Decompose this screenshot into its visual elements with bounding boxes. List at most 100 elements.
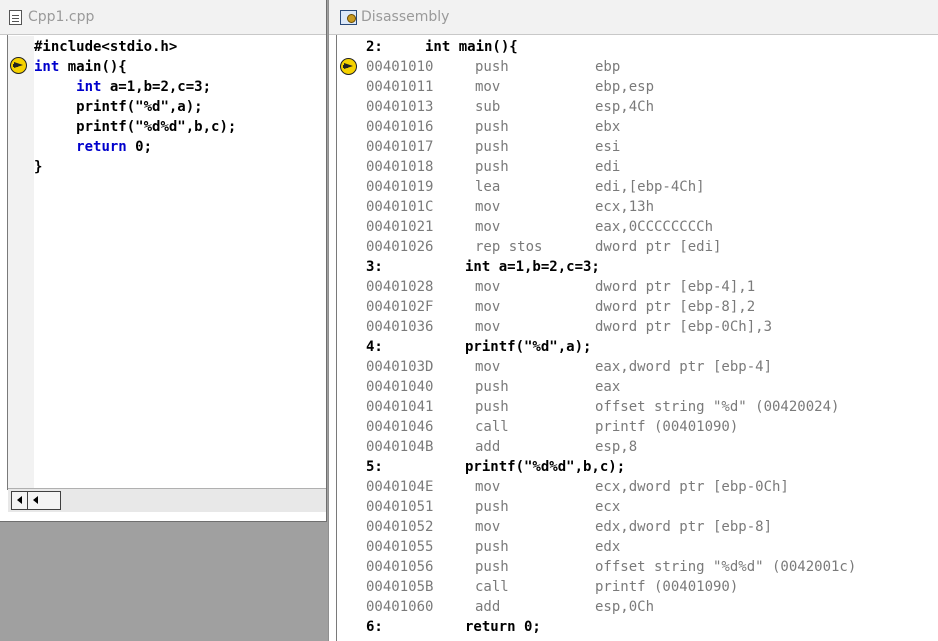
instruction-operands: edx [595, 539, 621, 555]
source-line[interactable]: printf("%d",a); [34, 97, 236, 117]
source-text: printf("%d%d",b,c); [76, 119, 237, 135]
instruction-address: 00401040 [366, 379, 434, 395]
instruction-operands: ebp,esp [595, 79, 655, 95]
source-keyword: int [34, 59, 60, 75]
instruction-operands: ebx [595, 119, 621, 135]
instruction-operands: dword ptr [ebp-0Ch],3 [595, 319, 773, 335]
scroll-thumb[interactable] [28, 492, 44, 509]
instruction-mnemonic: mov [475, 359, 501, 375]
source-line[interactable]: int a=1,b=2,c=3; [34, 77, 236, 97]
source-editor-window[interactable]: Cpp1.cpp #include<stdio.h> int main(){ in… [0, 0, 327, 522]
document-icon [9, 9, 22, 25]
source-line-text: int a=1,b=2,c=3; [465, 259, 600, 275]
source-indent [34, 139, 76, 155]
instruction-address: 00401018 [366, 159, 434, 175]
instruction-mnemonic: rep stos [475, 239, 543, 255]
source-text: 0; [126, 139, 153, 155]
source-line[interactable]: #include<stdio.h> [34, 37, 236, 57]
instruction-operands: offset string "%d" (00420024) [595, 399, 840, 415]
instruction-operands: esp,4Ch [595, 99, 655, 115]
instruction-address: 00401016 [366, 119, 434, 135]
source-line-text: printf("%d%d",b,c); [465, 459, 626, 475]
instruction-mnemonic: push [475, 159, 509, 175]
source-text: main(){ [59, 59, 127, 75]
instruction-operands: esi [595, 139, 621, 155]
instruction-mnemonic: mov [475, 519, 501, 535]
instruction-mnemonic: mov [475, 319, 501, 335]
horizontal-scrollbar[interactable] [8, 488, 326, 512]
instruction-mnemonic: mov [475, 299, 501, 315]
instruction-mnemonic: mov [475, 279, 501, 295]
source-line[interactable]: int main(){ [34, 57, 236, 77]
instruction-address: 00401026 [366, 239, 434, 255]
instruction-operands: printf (00401090) [595, 579, 739, 595]
instruction-operands: eax,dword ptr [ebp-4] [595, 359, 773, 375]
instruction-mnemonic: push [475, 59, 509, 75]
instruction-mnemonic: push [475, 139, 509, 155]
instruction-mnemonic: push [475, 399, 509, 415]
instruction-mnemonic: call [475, 579, 509, 595]
instruction-address: 00401028 [366, 279, 434, 295]
instruction-address: 00401041 [366, 399, 434, 415]
instruction-address: 00401021 [366, 219, 434, 235]
instruction-address: 00401017 [366, 139, 434, 155]
source-gutter [8, 36, 34, 488]
instruction-operands: printf (00401090) [595, 419, 739, 435]
instruction-address: 0040102F [366, 299, 434, 315]
instruction-mnemonic: push [475, 499, 509, 515]
source-indent [34, 99, 76, 115]
instruction-operands: ecx,13h [595, 199, 655, 215]
instruction-operands: eax,0CCCCCCCCh [595, 219, 714, 235]
instruction-mnemonic: mov [475, 219, 501, 235]
instruction-operands: dword ptr [edi] [595, 239, 722, 255]
source-window-title: Cpp1.cpp [28, 9, 95, 25]
scroll-left-arrow-icon[interactable] [12, 492, 28, 509]
instruction-address: 00401052 [366, 519, 434, 535]
instruction-mnemonic: lea [475, 179, 501, 195]
source-line-text: return 0; [465, 619, 541, 635]
instruction-operands: edi [595, 159, 621, 175]
instruction-mnemonic: add [475, 439, 501, 455]
source-title-bar[interactable]: Cpp1.cpp [0, 0, 326, 35]
instruction-operands: ebp [595, 59, 621, 75]
instruction-address: 00401013 [366, 99, 434, 115]
instruction-operands: dword ptr [ebp-8],2 [595, 299, 756, 315]
source-indent [34, 79, 76, 95]
instruction-address: 00401011 [366, 79, 434, 95]
instruction-address: 00401056 [366, 559, 434, 575]
instruction-address: 00401051 [366, 499, 434, 515]
instruction-address: 00401060 [366, 599, 434, 615]
current-instruction-arrow-icon [340, 58, 357, 75]
instruction-address: 00401019 [366, 179, 434, 195]
source-line[interactable]: } [34, 157, 236, 177]
instruction-mnemonic: mov [475, 199, 501, 215]
source-code-area[interactable]: #include<stdio.h> int main(){ int a=1,b=2… [34, 37, 236, 177]
instruction-operands: offset string "%d%d" (0042001c) [595, 559, 857, 575]
instruction-operands: ecx [595, 499, 621, 515]
instruction-mnemonic: push [475, 119, 509, 135]
disassembly-icon [340, 9, 357, 25]
instruction-operands: ecx,dword ptr [ebp-0Ch] [595, 479, 789, 495]
instruction-address: 0040101C [366, 199, 434, 215]
instruction-address: 0040104B [366, 439, 434, 455]
disassembly-window[interactable]: Disassembly 2: int main(){00401010 push ebp… [328, 0, 938, 641]
source-line[interactable]: printf("%d%d",b,c); [34, 117, 236, 137]
source-line-number: 3: [366, 259, 383, 275]
instruction-address: 00401055 [366, 539, 434, 555]
instruction-operands: dword ptr [ebp-4],1 [595, 279, 756, 295]
instruction-address: 0040105B [366, 579, 434, 595]
current-line-arrow-icon [10, 57, 27, 74]
instruction-mnemonic: add [475, 599, 501, 615]
source-line-text: printf("%d",a); [465, 339, 592, 355]
instruction-operands: edx,dword ptr [ebp-8] [595, 519, 773, 535]
instruction-address: 00401036 [366, 319, 434, 335]
instruction-mnemonic: push [475, 379, 509, 395]
source-line-number: 6: [366, 619, 383, 635]
instruction-mnemonic: mov [475, 79, 501, 95]
disassembly-title-bar[interactable]: Disassembly [329, 0, 938, 35]
instruction-operands: esp,8 [595, 439, 638, 455]
source-line[interactable]: return 0; [34, 137, 236, 157]
instruction-operands: esp,0Ch [595, 599, 655, 615]
scroll-controls[interactable] [11, 491, 61, 510]
instruction-mnemonic: sub [475, 99, 501, 115]
